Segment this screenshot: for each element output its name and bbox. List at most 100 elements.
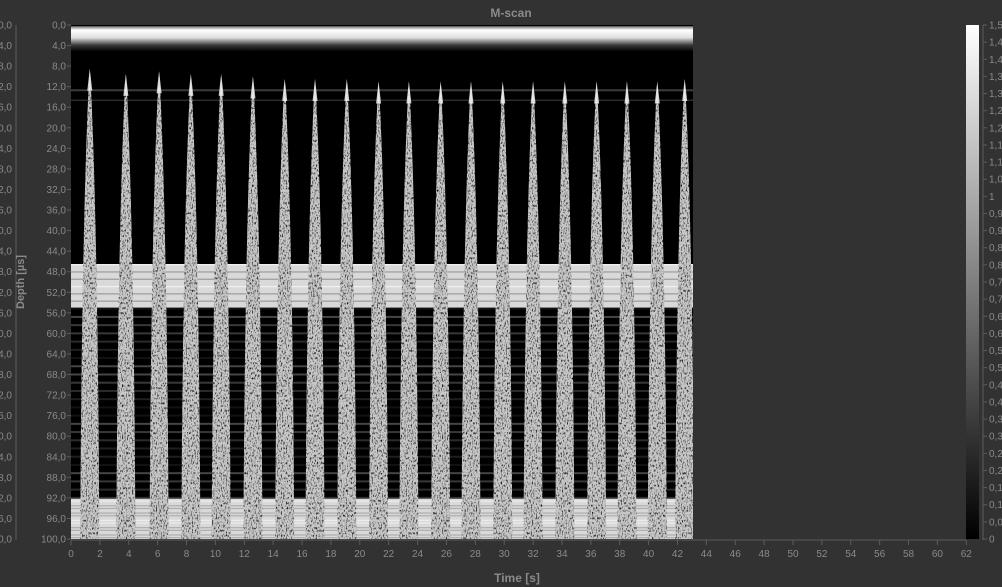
x-tick-label: 16 (296, 549, 308, 560)
x-tick-label: 0 (68, 549, 74, 560)
y-tick-label-outer: 40,0 (0, 226, 12, 237)
x-tick-label: 30 (499, 549, 511, 560)
y-tick-label: 72,0 (47, 391, 67, 402)
colorbar-tick-label: 1,15 (989, 140, 1002, 151)
y-tick-label: 64,0 (47, 349, 67, 360)
colorbar-tick-label: 1,1 (989, 158, 1002, 169)
x-tick-label: 24 (412, 549, 424, 560)
m-scan-chart: M-scan 0 2 4 6 8 10 12 14 16 18 20 22 24 26 28 30 32 34 36… (0, 6, 1002, 585)
colorbar-tick-label: 0,35 (989, 415, 1002, 426)
y-tick-label: 8,0 (52, 62, 66, 73)
chart-title: M-scan (490, 6, 531, 20)
colorbar-tick-label: 0,75 (989, 278, 1002, 289)
x-tick-label: 38 (614, 549, 626, 560)
x-tick-label: 58 (903, 549, 915, 560)
colorbar-tick-label: 1,4 (989, 55, 1002, 66)
y-axis-ticks: 0,0 0,0 4,0 4,0 8,0 8,0 12,0 12,0 16,0 16,0 20,0 20… (0, 21, 71, 546)
x-tick-label: 60 (932, 549, 944, 560)
y-tick-label-outer: 88,0 (0, 473, 12, 484)
y-tick-label-outer: 68,0 (0, 370, 12, 381)
y-tick-label: 92,0 (47, 493, 67, 504)
x-tick-label: 32 (528, 549, 540, 560)
y-tick-label-outer: 92,0 (0, 493, 12, 504)
colorbar-tick-label: 0,9 (989, 226, 1002, 237)
colorbar-tick-label: 1,35 (989, 72, 1002, 83)
colorbar-tick-label: 1,3 (989, 89, 1002, 100)
x-tick-label: 10 (210, 549, 222, 560)
y-tick-label: 44,0 (47, 247, 67, 258)
colorbar-tick-label: 0,65 (989, 312, 1002, 323)
colorbar-tick-label: 0,6 (989, 329, 1002, 340)
y-tick-label-outer: 56,0 (0, 308, 12, 319)
y-tick-label-outer: 44,0 (0, 247, 12, 258)
x-tick-label: 46 (730, 549, 742, 560)
y-tick-label: 36,0 (47, 206, 67, 217)
colorbar-tick-label: 0,5 (989, 363, 1002, 374)
x-tick-label: 18 (325, 549, 337, 560)
colorbar-tick-label: 0 (989, 535, 995, 546)
x-tick-label: 42 (672, 549, 684, 560)
colorbar-tick-label: 0,05 (989, 517, 1002, 528)
colorbar-tick-label: 0,2 (989, 466, 1002, 477)
y-tick-label: 80,0 (47, 432, 67, 443)
y-tick-label-outer: 28,0 (0, 164, 12, 175)
y-tick-label: 40,0 (47, 226, 67, 237)
x-tick-label: 8 (184, 549, 190, 560)
y-tick-label-outer: 64,0 (0, 349, 12, 360)
y-tick-label: 84,0 (47, 452, 67, 463)
y-tick-label: 96,0 (47, 514, 67, 525)
x-tick-label: 34 (556, 549, 568, 560)
y-tick-label: 0,0 (52, 21, 66, 32)
y-tick-label-outer: 12,0 (0, 82, 12, 93)
x-tick-label: 14 (268, 549, 280, 560)
plot-area (71, 25, 693, 539)
y-tick-label-outer: 96,0 (0, 514, 12, 525)
x-tick-label: 50 (787, 549, 799, 560)
y-tick-label-outer: 60,0 (0, 329, 12, 340)
y-tick-label-outer: 48,0 (0, 267, 12, 278)
x-tick-label: 40 (643, 549, 655, 560)
x-tick-label: 4 (126, 549, 132, 560)
colorbar-tick-label: 1,5 (989, 21, 1002, 32)
colorbar-tick-label: 0,15 (989, 483, 1002, 494)
colorbar-tick-label: 0,95 (989, 209, 1002, 220)
colorbar-tick-label: 1 (989, 192, 995, 203)
y-tick-label-outer: 32,0 (0, 185, 12, 196)
x-tick-label: 22 (383, 549, 395, 560)
x-tick-label: 26 (441, 549, 453, 560)
y-tick-label: 24,0 (47, 144, 67, 155)
y-tick-label: 100,0 (41, 535, 66, 546)
colorbar-tick-label: 1,05 (989, 175, 1002, 186)
x-tick-label: 48 (759, 549, 771, 560)
colorbar-tick-label: 1,45 (989, 38, 1002, 49)
y-tick-label: 28,0 (47, 164, 67, 175)
colorbar-tick-label: 0,1 (989, 500, 1002, 511)
y-tick-label-outer: 16,0 (0, 103, 12, 114)
x-tick-label: 56 (874, 549, 886, 560)
y-tick-label-outer: 100,0 (0, 535, 12, 546)
x-axis-label: Time [s] (494, 571, 540, 585)
y-tick-label: 20,0 (47, 123, 67, 134)
colorbar-tick-label: 0,25 (989, 449, 1002, 460)
y-tick-label-outer: 20,0 (0, 123, 12, 134)
colorbar-tick-label: 0,45 (989, 380, 1002, 391)
x-tick-label: 62 (961, 549, 973, 560)
y-tick-label: 56,0 (47, 308, 67, 319)
colorbar-tick-label: 0,7 (989, 295, 1002, 306)
colorbar-tick-label: 0,55 (989, 346, 1002, 357)
y-tick-label-outer: 8,0 (0, 62, 12, 73)
colorbar-tick-label: 0,85 (989, 243, 1002, 254)
y-tick-label-outer: 24,0 (0, 144, 12, 155)
colorbar-tick-label: 1,25 (989, 106, 1002, 117)
y-tick-label-outer: 80,0 (0, 432, 12, 443)
x-tick-label: 12 (239, 549, 251, 560)
y-tick-label: 76,0 (47, 411, 67, 422)
y-tick-label: 16,0 (47, 103, 67, 114)
colorbar-tick-label: 0,8 (989, 260, 1002, 271)
y-tick-label: 68,0 (47, 370, 67, 381)
x-tick-label: 6 (155, 549, 161, 560)
y-axis-label: Depth [µs] (15, 255, 27, 309)
y-tick-label-outer: 76,0 (0, 411, 12, 422)
colorbar-tick-label: 1,2 (989, 123, 1002, 134)
x-tick-label: 36 (585, 549, 597, 560)
